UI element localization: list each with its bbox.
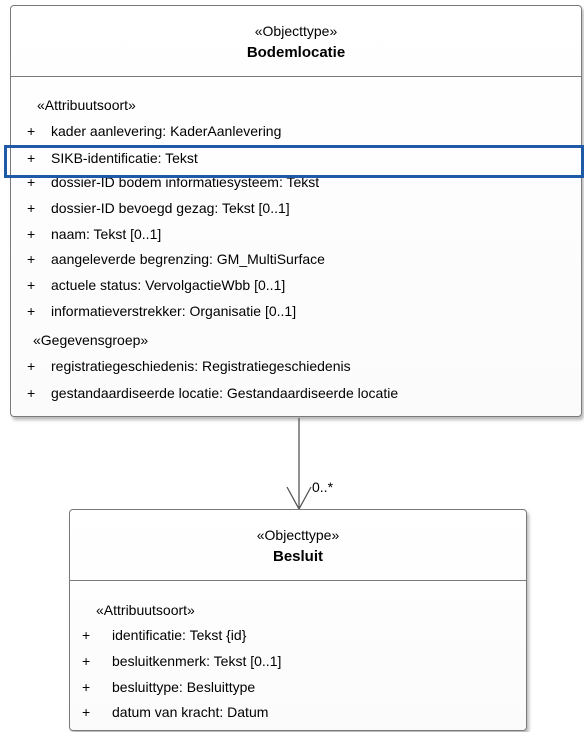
attribute-row[interactable]: + kader aanlevering: KaderAanlevering	[27, 121, 281, 142]
attribute-text: naam: Tekst [0..1]	[51, 226, 162, 242]
attribute-highlight	[4, 145, 584, 178]
group-row[interactable]: + gestandaardiseerde locatie: Gestandaard…	[27, 383, 398, 404]
attribute-text: informatieverstrekker: Organisatie [0..1…	[51, 303, 297, 319]
group-section-label: «Gegevensgroep»	[33, 332, 149, 348]
attribute-text: kader aanlevering: KaderAanlevering	[51, 123, 282, 139]
attribute-row[interactable]: + identificatie: Tekst {id}	[82, 625, 246, 646]
class-box-besluit[interactable]: «Objecttype» Besluit «Attribuutsoort» + i…	[69, 509, 527, 731]
attribute-row[interactable]: + dossier-ID bevoegd gezag: Tekst [0..1]	[27, 198, 290, 219]
class-name: Bodemlocatie	[246, 44, 346, 61]
group-row[interactable]: + registratiegeschiedenis: Registratieges…	[27, 356, 351, 377]
arrowhead-icon	[286, 486, 312, 511]
attribute-row[interactable]: + informatieverstrekker: Organisatie [0..…	[27, 301, 296, 322]
class-stereotype: «Objecttype»	[256, 527, 340, 543]
class-name: Besluit	[272, 548, 323, 565]
group-text: gestandaardiseerde locatie: Gestandaardi…	[51, 385, 399, 401]
class-box-bodemlocatie[interactable]: «Objecttype» Bodemlocatie «Attribuutsoor…	[10, 5, 582, 417]
attribute-row[interactable]: + naam: Tekst [0..1]	[27, 224, 161, 245]
attribute-row[interactable]: + aangeleverde begrenzing: GM_MultiSurfac…	[27, 249, 325, 270]
association-multiplicity: 0..*	[312, 479, 334, 495]
attribute-text: actuele status: VervolgactieWbb [0..1]	[51, 277, 286, 293]
attribute-row[interactable]: + besluittype: Besluittype	[82, 677, 255, 698]
attribute-row[interactable]: + actuele status: VervolgactieWbb [0..1]	[27, 275, 285, 296]
attribute-text: besluittype: Besluittype	[112, 679, 256, 695]
group-text: registratiegeschiedenis: Registratiegesc…	[51, 358, 351, 374]
class-header: «Objecttype» Bodemlocatie	[11, 6, 581, 77]
attribute-text: aangeleverde begrenzing: GM_MultiSurface	[51, 251, 325, 267]
attribute-section-label: «Attribuutsoort»	[96, 602, 195, 618]
attribute-section-label: «Attribuutsoort»	[37, 97, 136, 113]
attribute-row[interactable]: + datum van kracht: Datum	[82, 702, 268, 723]
attribute-text: identificatie: Tekst {id}	[112, 627, 247, 643]
attribute-text: datum van kracht: Datum	[112, 704, 269, 720]
class-stereotype: «Objecttype»	[254, 23, 338, 39]
attribute-text: besluitkenmerk: Tekst [0..1]	[112, 653, 282, 669]
attribute-row[interactable]: + besluitkenmerk: Tekst [0..1]	[82, 651, 281, 672]
class-header: «Objecttype» Besluit	[70, 510, 526, 581]
attribute-text: dossier-ID bevoegd gezag: Tekst [0..1]	[51, 200, 290, 216]
